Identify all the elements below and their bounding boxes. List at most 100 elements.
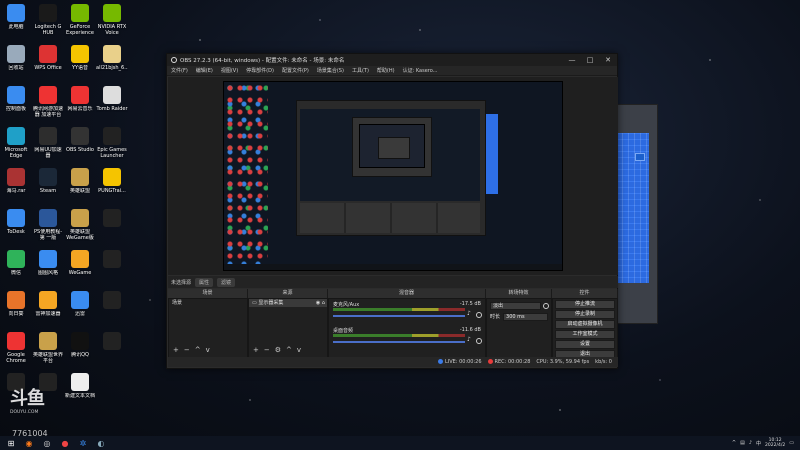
- obs-taskbar-icon[interactable]: ◎: [40, 437, 54, 449]
- speaker-icon[interactable]: ♪: [467, 337, 473, 343]
- stop-streaming-button[interactable]: 停止推流: [555, 300, 615, 309]
- settings-taskbar-icon[interactable]: ✲: [76, 437, 90, 449]
- desktop-icon[interactable]: [96, 332, 128, 352]
- menu-item[interactable]: 停靠部件(D): [246, 67, 274, 74]
- move-down-icon[interactable]: v: [297, 346, 301, 354]
- desktop-icon[interactable]: OBS Studio: [64, 127, 96, 153]
- gear-icon[interactable]: [543, 303, 549, 309]
- desktop-icon[interactable]: PS使用教程-第 一版 2.docx: [32, 209, 64, 241]
- desktop-icon[interactable]: 新建文本文档: [64, 373, 96, 399]
- menu-item[interactable]: 文件(F): [171, 67, 188, 74]
- desktop-icon[interactable]: Epic Games Launcher: [96, 127, 128, 159]
- chrome-taskbar-icon[interactable]: ●: [58, 437, 72, 449]
- steam-taskbar-icon[interactable]: ◐: [94, 437, 108, 449]
- desktop-icon[interactable]: 迅雷: [64, 291, 96, 317]
- desktop-volume-slider[interactable]: [333, 341, 465, 343]
- desktop-icon[interactable]: 腾讯网游加速器 加速平台: [32, 86, 64, 118]
- input-method-icon[interactable]: 中: [756, 440, 761, 447]
- desktop-icon[interactable]: 控制面板: [0, 86, 32, 112]
- close-button[interactable]: ✕: [599, 56, 617, 64]
- duration-input[interactable]: 300 ms: [503, 313, 548, 321]
- desktop-icon[interactable]: [96, 209, 128, 229]
- move-down-icon[interactable]: v: [206, 346, 210, 354]
- remove-icon[interactable]: −: [184, 346, 190, 354]
- mic-volume-slider[interactable]: [333, 315, 465, 317]
- properties-button[interactable]: 属性: [195, 277, 214, 287]
- visibility-icon[interactable]: ◉ ⌂: [316, 299, 327, 307]
- desktop-icon[interactable]: 英雄联盟世界 平台: [32, 332, 64, 364]
- desktop-icon[interactable]: WeGame: [64, 250, 96, 276]
- studio-mode-button[interactable]: 工作室模式: [555, 330, 615, 339]
- add-icon[interactable]: +: [173, 346, 179, 354]
- desktop-icon[interactable]: Google Chrome: [0, 332, 32, 364]
- network-icon[interactable]: ▤: [740, 440, 745, 446]
- desktop-icon[interactable]: [96, 291, 128, 311]
- menu-item[interactable]: 帮助(H): [377, 67, 395, 74]
- move-up-icon[interactable]: ^: [195, 346, 201, 354]
- stop-recording-button[interactable]: 停止录制: [555, 310, 615, 319]
- desktop-icon[interactable]: Steam: [32, 168, 64, 194]
- desktop-icon[interactable]: GeForce Experience: [64, 4, 96, 36]
- desktop-icon[interactable]: Microsoft Edge: [0, 127, 32, 159]
- desktop-icon[interactable]: NVIDIA RTX Voice: [96, 4, 128, 36]
- menu-item[interactable]: 编辑(E): [196, 67, 213, 74]
- cpu-status: CPU: 3.9%, 59.94 fps: [536, 359, 590, 365]
- move-up-icon[interactable]: ^: [286, 346, 292, 354]
- transition-select[interactable]: 淡出: [490, 302, 541, 310]
- desktop-icon-grid: 此电脑 Logitech G HUB GeForce Experience NVIDI…: [0, 0, 130, 430]
- desktop-icon[interactable]: [96, 250, 128, 270]
- menu-item[interactable]: 工具(T): [352, 67, 369, 74]
- settings-button[interactable]: 设置: [555, 340, 615, 349]
- desktop-icon[interactable]: 英雄联盟: [64, 168, 96, 194]
- minimize-button[interactable]: —: [563, 56, 581, 64]
- desktop-icon-label: 腾讯网游加速器 加速平台: [32, 106, 63, 118]
- nested-preview: [300, 109, 480, 201]
- gear-icon[interactable]: ⚙: [275, 346, 281, 354]
- gear-icon[interactable]: [476, 338, 482, 344]
- menu-item[interactable]: 认证: Kasero...: [403, 67, 438, 74]
- scenes-header: 场景: [168, 289, 248, 298]
- filters-button[interactable]: 滤镜: [217, 277, 236, 287]
- desktop-icon[interactable]: 图图风格: [32, 250, 64, 276]
- desktop-icon[interactable]: PUNGTrai...: [96, 168, 128, 194]
- volume-icon[interactable]: ♪: [749, 440, 752, 446]
- menu-item[interactable]: 视图(V): [221, 67, 238, 74]
- virtual-camera-button[interactable]: 启动虚拟摄像机: [555, 320, 615, 329]
- desktop-icon[interactable]: 腾讯QQ: [64, 332, 96, 358]
- windows-start-icon[interactable]: ⊞: [4, 437, 18, 449]
- desktop-icon[interactable]: 雷神加速器: [32, 291, 64, 317]
- desktop-icon[interactable]: all21bjsh_6...: [96, 45, 128, 71]
- notification-icon[interactable]: ▭: [789, 440, 794, 446]
- desktop-icon[interactable]: 海马.rar: [0, 168, 32, 194]
- remove-icon[interactable]: −: [264, 346, 270, 354]
- desktop-icon[interactable]: Tomb Raider: [96, 86, 128, 112]
- chevron-up-icon[interactable]: ^: [732, 440, 736, 446]
- desktop-icon[interactable]: 此电脑: [0, 4, 32, 30]
- desktop-icon[interactable]: 向日葵: [0, 291, 32, 317]
- desktop-icon[interactable]: 网易云音乐: [64, 86, 96, 112]
- menu-item[interactable]: 场景集合(S): [317, 67, 344, 74]
- desktop-icon[interactable]: YY语音: [64, 45, 96, 71]
- desktop-icon[interactable]: ToDesk: [0, 209, 32, 235]
- desktop-icon[interactable]: 英雄联盟 WeGame版: [64, 209, 96, 241]
- nested-obs-window-2: [352, 117, 432, 177]
- add-icon[interactable]: +: [253, 346, 259, 354]
- obs-window[interactable]: OBS 27.2.3 (64-bit, windows) - 配置文件: 未命名…: [166, 53, 618, 369]
- desktop-icon[interactable]: 微信: [0, 250, 32, 276]
- mic-volume-meter: [333, 308, 465, 311]
- douyu-taskbar-icon[interactable]: ◉: [22, 437, 36, 449]
- source-item[interactable]: ▭ 显示器采集 ◉ ⌂: [249, 299, 327, 307]
- search-icon[interactable]: [635, 153, 645, 161]
- desktop-icon[interactable]: Logitech G HUB: [32, 4, 64, 36]
- desktop-icon[interactable]: WPS Office: [32, 45, 64, 71]
- clock[interactable]: 10:12 2022/4/2: [765, 438, 785, 448]
- desktop-icon[interactable]: 网易UU加速器: [32, 127, 64, 159]
- speaker-icon[interactable]: ♪: [467, 311, 473, 317]
- gear-icon[interactable]: [476, 312, 482, 318]
- menu-item[interactable]: 配置文件(P): [282, 67, 309, 74]
- scene-item[interactable]: 场景: [169, 299, 247, 307]
- app-icon: [71, 291, 89, 309]
- maximize-button[interactable]: □: [581, 56, 599, 64]
- preview-canvas[interactable]: [223, 81, 563, 271]
- desktop-icon[interactable]: 回收站: [0, 45, 32, 71]
